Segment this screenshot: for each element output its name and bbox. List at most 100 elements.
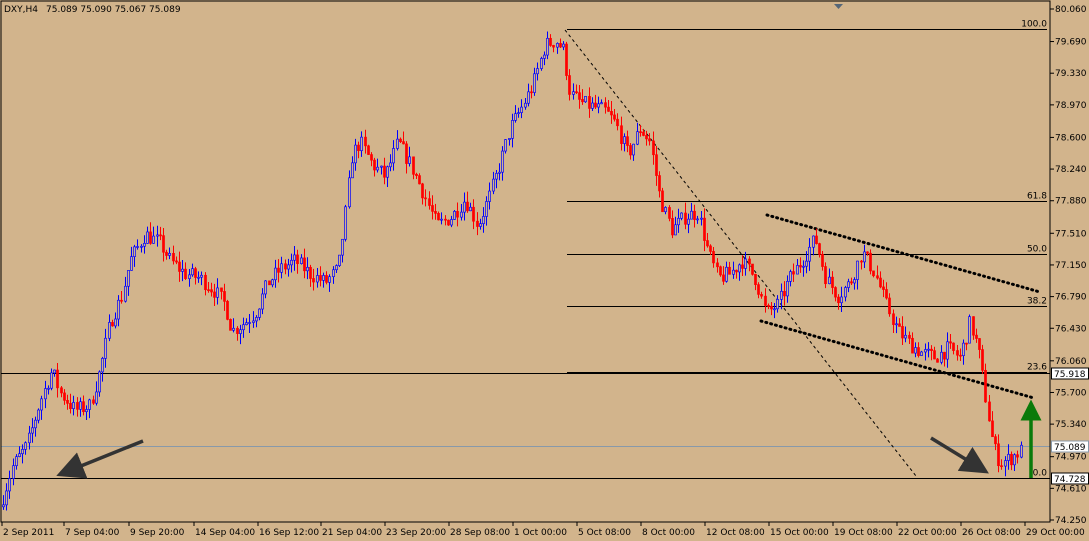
- candle-body: [776, 299, 779, 310]
- candle-body: [383, 165, 386, 178]
- price-tick-label: 78.970: [1055, 101, 1087, 111]
- price-tick-label: 77.150: [1055, 261, 1087, 271]
- candle-body: [978, 338, 981, 350]
- candle-body: [920, 351, 923, 356]
- candle-body: [930, 348, 933, 351]
- candle-body: [856, 260, 859, 280]
- price-tick-label: 76.060: [1055, 357, 1087, 367]
- candle-body: [184, 268, 187, 279]
- current-price-label: 75.089: [1054, 443, 1086, 453]
- candle-body: [66, 400, 69, 404]
- candle-body: [95, 391, 98, 404]
- candle-body: [63, 392, 66, 401]
- candle-body: [367, 145, 370, 155]
- price-tick-label: 79.690: [1055, 38, 1087, 48]
- candle-body: [255, 317, 258, 322]
- candle-body: [85, 409, 88, 413]
- candle-body: [613, 114, 616, 120]
- time-tick-label: 26 Oct 08:00: [962, 528, 1021, 538]
- price-tick-label: 78.600: [1055, 133, 1087, 143]
- candle-body: [12, 465, 15, 479]
- candle-body: [741, 264, 744, 269]
- candle-body: [933, 350, 936, 360]
- price-tick-label: 80.060: [1055, 5, 1087, 15]
- price-chart[interactable]: 75.91874.72875.089 100.061.850.038.223.6…: [0, 0, 1089, 541]
- candle-body: [408, 156, 411, 164]
- candle-body: [1020, 444, 1023, 458]
- candle-body: [456, 211, 459, 218]
- candle-body: [469, 206, 472, 212]
- symbol-label: DXY,H4: [4, 5, 38, 15]
- candle-body: [764, 295, 767, 306]
- candle-body: [124, 285, 127, 302]
- candle-body: [248, 322, 251, 324]
- candle-body: [2, 504, 5, 508]
- candle-body: [415, 173, 418, 176]
- candle-body: [399, 138, 402, 142]
- candle-body: [706, 240, 709, 247]
- candle-body: [581, 99, 584, 103]
- candle-body: [60, 387, 63, 394]
- candle-body: [200, 274, 203, 278]
- candle-body: [312, 278, 315, 283]
- candle-body: [607, 106, 610, 112]
- candle-body: [658, 175, 661, 192]
- candle-body: [636, 131, 639, 145]
- candle-body: [264, 280, 267, 295]
- candle-body: [520, 106, 523, 113]
- candle-body: [959, 354, 962, 357]
- candle-body: [572, 91, 575, 95]
- candle-body: [360, 136, 363, 152]
- candle-body: [348, 177, 351, 208]
- price-tick-label: 74.610: [1055, 484, 1087, 494]
- candle-body: [325, 275, 328, 283]
- candle-body: [133, 246, 136, 257]
- price-tick-label: 78.240: [1055, 165, 1087, 175]
- candle-body: [98, 371, 101, 393]
- candle-body: [533, 73, 536, 93]
- price-tick-label: 75.700: [1055, 388, 1087, 398]
- fib-level-label: 50.0: [1027, 245, 1047, 255]
- candle-body: [386, 166, 389, 178]
- candle-body: [975, 334, 978, 339]
- candle-body: [965, 342, 968, 345]
- candle-body: [760, 294, 763, 297]
- candle-body: [239, 329, 242, 334]
- candle-body: [159, 234, 162, 237]
- candle-body: [220, 287, 223, 292]
- candle-body: [543, 54, 546, 59]
- candle-body: [56, 369, 59, 389]
- time-tick-label: 1 Oct 00:00: [514, 528, 567, 538]
- candle-body: [604, 102, 607, 108]
- time-tick-label: 5 Oct 08:00: [578, 528, 631, 538]
- candle-body: [127, 270, 130, 287]
- candle-body: [53, 369, 56, 374]
- candle-body: [152, 235, 155, 244]
- candle-body: [223, 291, 226, 302]
- candle-body: [527, 91, 530, 104]
- candle-body: [821, 253, 824, 267]
- candle-body: [786, 281, 789, 297]
- candle-body: [773, 308, 776, 311]
- candle-body: [898, 323, 901, 327]
- candle-body: [50, 372, 53, 389]
- fib-level-label: 0.0: [1033, 469, 1048, 479]
- candle-body: [690, 210, 693, 220]
- candle-body: [501, 150, 504, 173]
- candle-body: [876, 275, 879, 279]
- candle-body: [687, 218, 690, 225]
- candle-body: [300, 257, 303, 264]
- candle-body: [872, 270, 875, 277]
- candle-body: [104, 337, 107, 359]
- candle-body: [735, 269, 738, 273]
- candle-body: [783, 290, 786, 297]
- candle-body: [1016, 454, 1019, 458]
- candle-body: [869, 252, 872, 272]
- candle-body: [351, 162, 354, 179]
- candle-body: [207, 289, 210, 292]
- candle-body: [792, 271, 795, 275]
- candle-body: [88, 399, 91, 410]
- candle-body: [28, 432, 31, 444]
- candle-body: [338, 254, 341, 266]
- candle-body: [536, 68, 539, 75]
